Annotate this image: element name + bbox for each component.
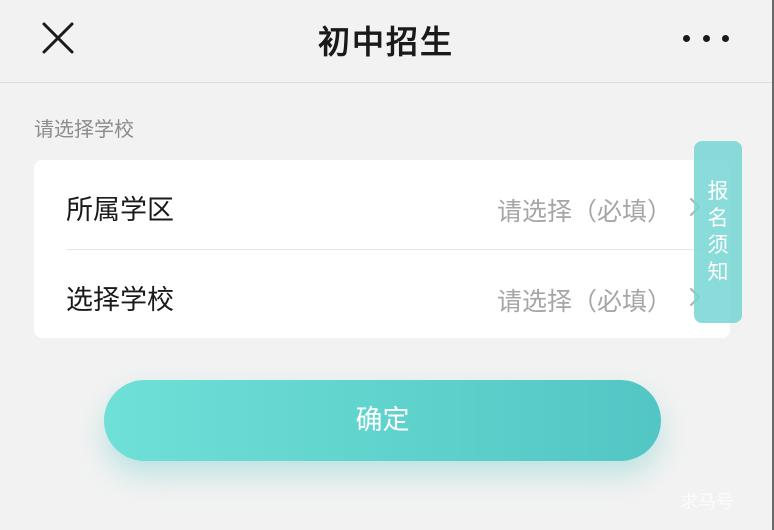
- nav-bar: 初中招生: [0, 0, 772, 83]
- school-placeholder: 请选择（必填）: [496, 287, 672, 316]
- more-button[interactable]: [683, 30, 729, 46]
- school-label: 选择学校: [66, 285, 174, 316]
- notice-char: 须: [707, 233, 729, 257]
- confirm-button[interactable]: 确定: [104, 380, 661, 461]
- more-dot: [702, 34, 710, 42]
- school-select-card: 所属学区 请选择（必填） 选择学校 请选择（必填）: [34, 160, 730, 338]
- page-title: 初中招生: [317, 23, 454, 61]
- school-select-row[interactable]: 选择学校 请选择（必填）: [34, 250, 730, 338]
- watermark: 求马号: [680, 492, 734, 513]
- district-placeholder: 请选择（必填）: [496, 197, 672, 226]
- notice-char: 名: [707, 206, 729, 230]
- district-label: 所属学区: [66, 195, 174, 226]
- more-dots-icon: [683, 34, 690, 42]
- district-select-row[interactable]: 所属学区 请选择（必填）: [34, 160, 730, 248]
- notice-char: 报: [707, 179, 729, 203]
- section-label: 请选择学校: [34, 117, 134, 141]
- more-dot: [722, 34, 729, 42]
- notice-char: 知: [707, 260, 729, 284]
- registration-notice-tab[interactable]: 报 名 须 知: [694, 141, 742, 323]
